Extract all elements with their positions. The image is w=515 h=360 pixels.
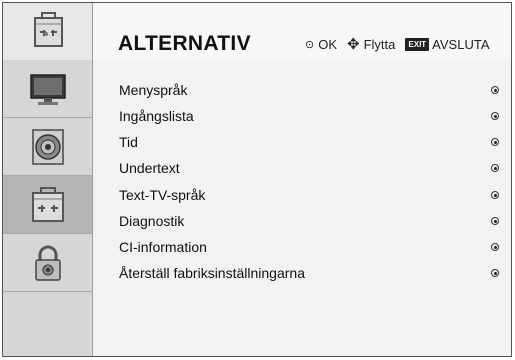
header-icon-box: [3, 3, 93, 60]
select-dot-icon: [491, 217, 499, 225]
menu-item-factory-reset[interactable]: Återställ fabriksinställningarna: [119, 263, 499, 283]
category-sidebar: [3, 60, 93, 356]
ok-hint-label: OK: [318, 37, 338, 52]
move-arrows-icon: ✥: [347, 36, 360, 53]
menu-item-label: Återställ fabriksinställningarna: [119, 265, 305, 281]
menu-item-label: Menyspråk: [119, 82, 188, 98]
key-hints: ⊙ OK ✥ Flytta EXIT AVSLUTA: [305, 37, 500, 52]
menu-item-label: Undertext: [119, 160, 180, 176]
menu-item-text-tv-språk[interactable]: Text-TV-språk: [119, 185, 499, 205]
select-dot-icon: [491, 86, 499, 94]
page-title: ALTERNATIV: [118, 32, 251, 55]
menu-window: ALTERNATIV ⊙ OK ✥ Flytta EXIT AVSLUTA Me…: [2, 2, 512, 357]
menu-header: ALTERNATIV ⊙ OK ✥ Flytta EXIT AVSLUTA: [3, 3, 511, 61]
lock-icon: [35, 245, 61, 281]
menu-item-label: Ingångslista: [119, 108, 194, 124]
select-dot-icon: [491, 269, 499, 277]
sidebar-item-picture[interactable]: [3, 60, 92, 118]
exit-hint-label: AVSLUTA: [432, 37, 490, 52]
menu-item-tid[interactable]: Tid: [119, 132, 499, 152]
select-dot-icon: [491, 243, 499, 251]
menu-item-label: Diagnostik: [119, 213, 185, 229]
move-hint: ✥ Flytta: [347, 37, 395, 52]
menu-item-label: CI-information: [119, 239, 207, 255]
select-dot-icon: [491, 191, 499, 199]
menu-item-undertext[interactable]: Undertext: [119, 158, 499, 178]
move-hint-label: Flytta: [363, 37, 396, 52]
select-dot-icon: [491, 164, 499, 172]
menu-item-menyspråk[interactable]: Menyspråk: [119, 80, 499, 100]
tv-icon: [30, 74, 66, 105]
ok-dot-icon: ⊙: [305, 39, 315, 51]
exit-key-icon: EXIT: [405, 38, 430, 51]
options-menu: Menyspråk Ingångslista Tid Undertext Tex…: [93, 60, 511, 356]
exit-hint: EXIT AVSLUTA: [405, 37, 490, 52]
menu-item-ci-information[interactable]: CI-information: [119, 237, 499, 257]
menu-item-diagnostik[interactable]: Diagnostik: [119, 211, 499, 231]
toolbox-icon: [34, 12, 63, 47]
select-dot-icon: [491, 138, 499, 146]
toolbox-icon: [32, 187, 64, 222]
ok-hint: ⊙ OK: [305, 37, 337, 52]
menu-item-label: Text-TV-språk: [119, 187, 206, 203]
sidebar-item-lock[interactable]: [3, 234, 92, 292]
sidebar-item-options[interactable]: [3, 176, 92, 234]
menu-item-label: Tid: [119, 134, 138, 150]
sidebar-item-sound[interactable]: [3, 118, 92, 176]
sidebar-item-empty: [3, 292, 92, 350]
speaker-icon: [32, 129, 64, 165]
select-dot-icon: [491, 112, 499, 120]
menu-item-ingångslista[interactable]: Ingångslista: [119, 106, 499, 126]
